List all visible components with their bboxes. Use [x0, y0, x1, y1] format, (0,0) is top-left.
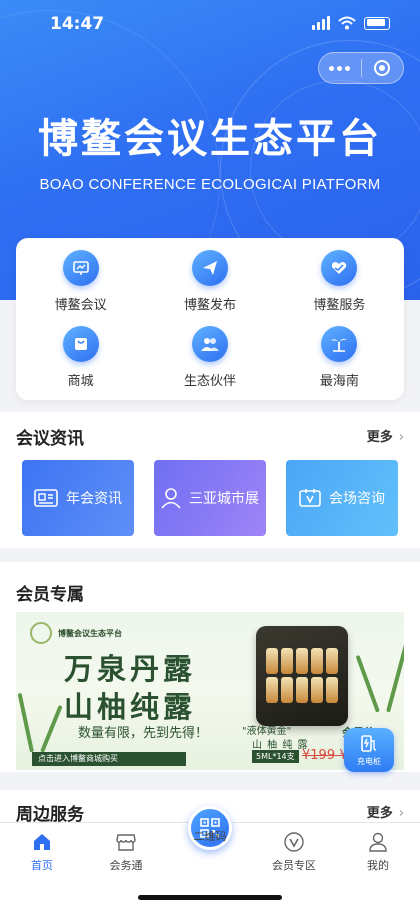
cellular-signal-icon	[312, 16, 330, 30]
decorative-leaf	[40, 704, 63, 753]
decorative-leaf	[17, 692, 34, 753]
tile-venue-consult[interactable]: 会场咨询	[286, 460, 398, 536]
tab-mine[interactable]: 我的	[336, 831, 420, 873]
banner-slogan: 数量有限，先到先得！	[78, 726, 209, 741]
home-indicator	[138, 895, 282, 900]
close-mini-program-button[interactable]	[362, 60, 404, 76]
tab-label: 会务通	[109, 859, 143, 872]
chevron-right-icon: ›	[398, 806, 404, 821]
more-options-button[interactable]	[319, 65, 361, 71]
target-icon	[374, 60, 391, 76]
chevron-right-icon: ›	[398, 430, 404, 445]
banner-price: ¥199 ¥	[302, 748, 348, 763]
banner-logo-text: 博鳌会议生态平台	[58, 628, 122, 638]
wifi-icon	[338, 16, 356, 30]
section-title: 会议资讯	[16, 429, 84, 449]
charging-station-label: 充电桩	[357, 756, 381, 766]
grid-item-boao-release[interactable]: 博鳌发布	[145, 248, 274, 324]
banner-cta[interactable]: 点击进入博鳌商城购买	[32, 752, 186, 766]
grid-item-label: 博鳌服务	[313, 298, 366, 313]
tile-label: 会场咨询	[329, 491, 385, 507]
section-title: 会员专属	[16, 585, 84, 605]
tile-label: 三亚城市展	[189, 491, 259, 507]
grid-item-label: 最海南	[319, 374, 359, 389]
grid-item-boao-conference[interactable]: 博鳌会议	[16, 248, 145, 324]
tile-sanya-city-expo[interactable]: 三亚城市展	[154, 460, 266, 536]
tab-member-zone[interactable]: 会员专区	[252, 831, 336, 873]
id-card-icon	[34, 489, 58, 507]
product-photo	[256, 626, 348, 726]
more-label: 更多	[366, 430, 393, 445]
tab-label: 我的	[367, 859, 389, 872]
banner-tag: "液体黄金"	[242, 726, 292, 737]
hero-title: 博鳌会议生态平台	[38, 116, 382, 162]
hero-subtitle: BOAO CONFERENCE ECOLOGICAI PIATFORM	[39, 176, 381, 193]
vip-icon	[284, 832, 304, 852]
tab-conference-service[interactable]: 会务通	[84, 831, 168, 873]
grid-item-boao-service[interactable]: 博鳌服务	[275, 248, 404, 324]
news-more-link[interactable]: 更多 ›	[367, 426, 404, 445]
banner-logo: 博鳌会议生态平台	[30, 622, 122, 644]
more-label: 更多	[366, 806, 393, 821]
mini-program-capsule	[318, 52, 404, 84]
tile-annual-news[interactable]: 年会资讯	[22, 460, 134, 536]
grid-item-label: 生态伙伴	[183, 374, 236, 389]
decorative-leaf	[355, 654, 380, 713]
status-icons	[312, 16, 390, 30]
banner-headline-2: 山柚纯露	[64, 690, 197, 724]
handshake-icon	[321, 250, 358, 286]
banner-spec: 5ML*14支	[252, 750, 299, 763]
tile-label: 年会资讯	[66, 491, 122, 507]
store-icon	[116, 834, 136, 851]
chart-board-icon	[62, 250, 99, 286]
status-time: 14:47	[50, 14, 105, 34]
quick-access-card: 博鳌会议 博鳌发布 博鳌服务 商城 生态伙伴 最海南	[16, 238, 404, 400]
banner-tag-product: 山 柚 纯 露	[252, 740, 309, 751]
home-icon	[34, 834, 50, 850]
user-icon	[369, 832, 387, 852]
grid-item-label: 博鳌会议	[54, 298, 107, 313]
grid-item-label: 博鳌发布	[183, 298, 236, 313]
logo-ring-icon	[30, 622, 52, 644]
tab-label: 会员专区	[272, 859, 316, 872]
shopping-bag-icon	[62, 326, 99, 362]
nearby-more-link[interactable]: 更多 ›	[367, 802, 404, 821]
decorative-leaf	[386, 643, 404, 713]
product-bottles	[266, 648, 338, 703]
tab-label: 首页	[31, 859, 53, 872]
battery-icon	[364, 16, 390, 30]
grid-item-eco-partners[interactable]: 生态伙伴	[145, 324, 274, 400]
grid-item-label: 商城	[67, 374, 94, 389]
tab-home[interactable]: 首页	[0, 831, 84, 873]
charger-icon	[361, 734, 377, 752]
v-badge-icon	[299, 489, 321, 507]
person-icon	[161, 488, 181, 509]
partners-icon	[191, 326, 228, 362]
charging-station-button[interactable]: 充电桩	[344, 728, 394, 772]
banner-headline-1: 万泉丹露	[64, 652, 197, 686]
paper-plane-icon	[191, 250, 228, 286]
tab-qr-label: 二维码	[193, 830, 227, 843]
grid-item-best-hainan[interactable]: 最海南	[275, 324, 404, 400]
palm-tree-icon	[321, 326, 358, 362]
status-bar: 14:47	[0, 0, 420, 50]
grid-item-mall[interactable]: 商城	[16, 324, 145, 400]
